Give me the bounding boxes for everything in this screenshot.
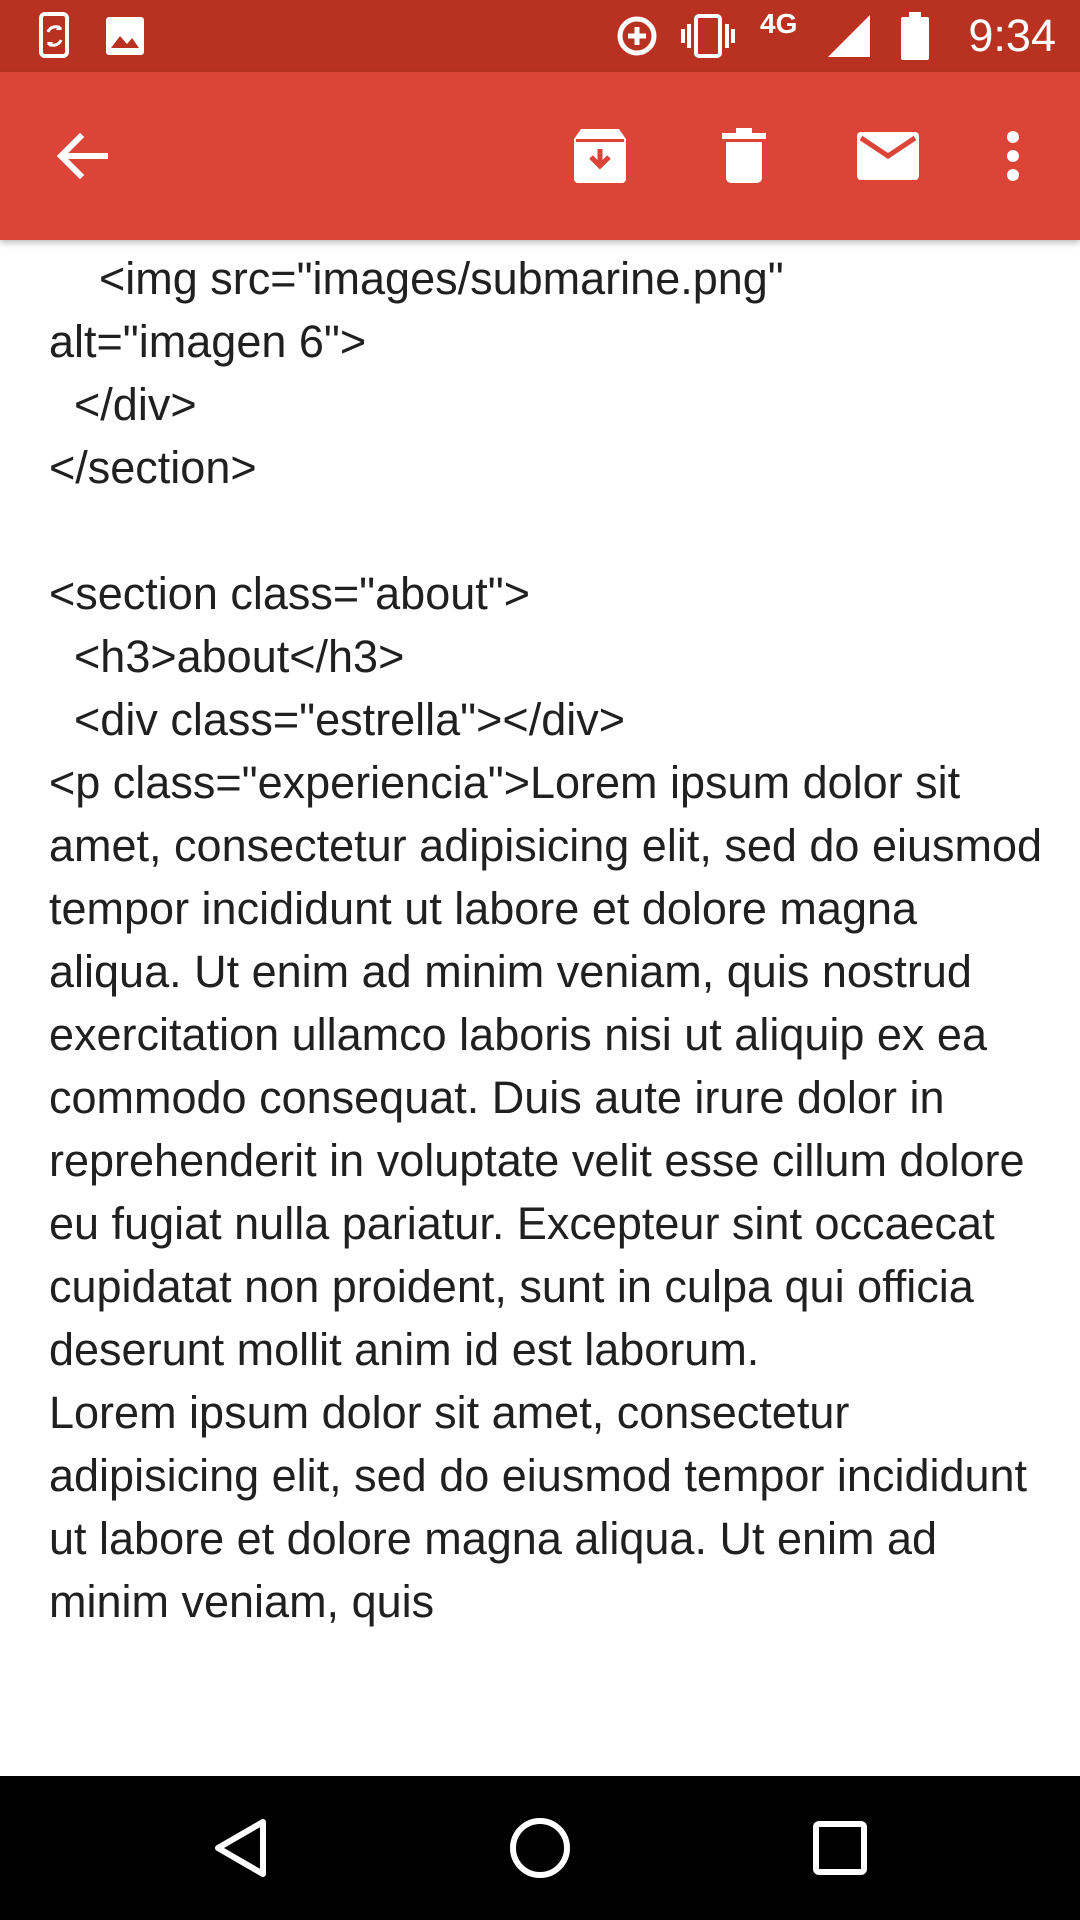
back-button[interactable] <box>27 72 137 240</box>
signal-icon <box>826 0 872 72</box>
email-body-scroll[interactable]: ... <img src="images/submarine.png" alt=… <box>0 240 1080 1776</box>
archive-button[interactable] <box>545 72 655 240</box>
back-arrow-icon <box>56 133 108 179</box>
nav-home-button[interactable] <box>460 1776 620 1920</box>
more-options-button[interactable] <box>958 72 1068 240</box>
status-bar: 4G 9:34 <box>0 0 1080 72</box>
more-vert-icon <box>1007 131 1019 181</box>
nav-recents-button[interactable] <box>760 1776 920 1920</box>
vibrate-icon <box>680 0 736 72</box>
home-circle-icon <box>510 1818 570 1878</box>
nav-back-button[interactable] <box>160 1776 320 1920</box>
delete-icon <box>722 128 766 183</box>
battery-icon <box>900 0 930 72</box>
data-saver-icon <box>614 0 660 72</box>
mark-unread-button[interactable] <box>833 72 943 240</box>
delete-button[interactable] <box>689 72 799 240</box>
recents-square-icon <box>813 1821 867 1875</box>
network-type: 4G <box>760 8 798 39</box>
archive-icon <box>574 129 626 183</box>
system-nav-bar <box>0 1776 1080 1920</box>
back-triangle-icon <box>215 1819 266 1877</box>
email-body-text: ... <img src="images/submarine.png" alt=… <box>49 240 1043 1627</box>
mark-unread-icon <box>857 132 919 180</box>
clock: 9:34 <box>968 10 1056 61</box>
sync-phone-icon <box>36 0 76 72</box>
image-icon <box>104 0 146 72</box>
app-toolbar <box>0 72 1080 240</box>
